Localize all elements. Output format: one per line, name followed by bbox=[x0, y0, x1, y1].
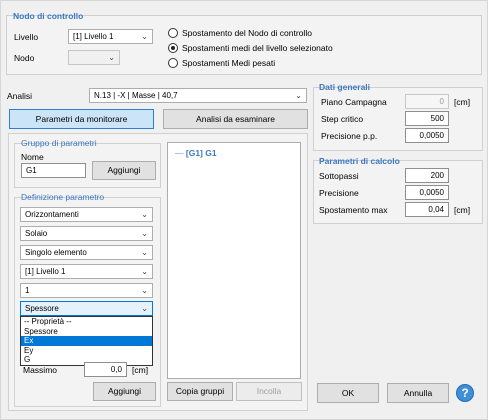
radio-node-displacement-label: Spostamento del Nodo di controllo bbox=[182, 28, 312, 38]
sottopassi-label: Sottopassi bbox=[319, 171, 359, 181]
numero-select[interactable]: 1 ⌄ bbox=[20, 283, 153, 298]
dati-generali-title: Dati generali bbox=[319, 82, 371, 92]
livello-param-select[interactable]: [1] Livello 1 ⌄ bbox=[20, 264, 153, 279]
step-critico-label: Step critico bbox=[321, 114, 364, 124]
chevron-down-icon: ⌄ bbox=[108, 53, 115, 62]
livello-param-value: [1] Livello 1 bbox=[25, 267, 66, 276]
proprieta-select[interactable]: Spessore ⌄ bbox=[20, 301, 153, 316]
tab-analisi-esaminare[interactable]: Analisi da esaminare bbox=[163, 109, 308, 129]
proprieta-value: Spessore bbox=[25, 304, 59, 313]
radio-level-mean-label: Spostamenti medi del livello selezionato bbox=[182, 43, 333, 53]
tipo-value: Orizzontamenti bbox=[25, 210, 79, 219]
chevron-down-icon: ⌄ bbox=[141, 286, 148, 295]
chevron-down-icon: ⌄ bbox=[141, 304, 148, 313]
chevron-down-icon: ⌄ bbox=[141, 32, 148, 41]
nome-label: Nome bbox=[21, 152, 44, 162]
nodo-select[interactable]: ⌄ bbox=[68, 50, 120, 65]
dropdown-item[interactable]: Spessore bbox=[21, 327, 152, 337]
precisione-pp-label: Precisione p.p. bbox=[321, 131, 378, 141]
massimo-unit: [cm] bbox=[132, 365, 149, 375]
tipo-select[interactable]: Orizzontamenti ⌄ bbox=[20, 207, 153, 222]
piano-campagna-unit: [cm] bbox=[454, 97, 471, 107]
elemento-value: Solaio bbox=[25, 229, 48, 238]
annulla-button[interactable]: Annulla bbox=[387, 383, 449, 403]
step-critico-input[interactable]: 500 bbox=[405, 111, 449, 126]
spostamento-max-unit: [cm] bbox=[454, 205, 471, 215]
aggiungi-parametro-button[interactable]: Aggiungi bbox=[93, 382, 156, 401]
gruppo-title: Gruppo di parametri bbox=[21, 138, 97, 148]
chevron-down-icon: ⌄ bbox=[141, 229, 148, 238]
dropdown-item[interactable]: -- Proprietà -- bbox=[21, 317, 152, 327]
analisi-select[interactable]: N.13 | -X | Masse | 40,7 ⌄ bbox=[89, 88, 307, 103]
copia-gruppi-button[interactable]: Copia gruppi bbox=[167, 382, 233, 401]
modalita-select[interactable]: Singolo elemento ⌄ bbox=[20, 245, 153, 260]
definizione-title: Definizione parametro bbox=[21, 192, 105, 202]
massimo-label: Massimo bbox=[23, 365, 58, 375]
spostamento-max-label: Spostamento max bbox=[319, 205, 388, 215]
spostamento-max-input[interactable]: 0,04 bbox=[405, 202, 449, 217]
dropdown-item[interactable]: Ey bbox=[21, 346, 152, 356]
chevron-down-icon: ⌄ bbox=[141, 267, 148, 276]
livello-value: [1] Livello 1 bbox=[73, 32, 114, 41]
radio-node-displacement[interactable] bbox=[168, 28, 178, 38]
numero-value: 1 bbox=[25, 286, 30, 295]
chevron-down-icon: ⌄ bbox=[141, 248, 148, 257]
precisione-label: Precisione bbox=[319, 188, 359, 198]
ok-button[interactable]: OK bbox=[317, 383, 379, 403]
precisione-pp-input[interactable]: 0,0050 bbox=[405, 128, 449, 143]
tree-item[interactable]: — [G1] G1 bbox=[175, 148, 217, 158]
tree-connector: — bbox=[175, 148, 186, 158]
radio-level-mean[interactable] bbox=[168, 43, 178, 53]
control-node-title: Nodo di controllo bbox=[13, 11, 84, 21]
precisione-input[interactable]: 0,0050 bbox=[405, 185, 449, 200]
parametri-calcolo-title: Parametri di calcolo bbox=[319, 156, 400, 166]
gruppi-tree[interactable]: — [G1] G1 bbox=[167, 142, 301, 379]
chevron-down-icon: ⌄ bbox=[295, 91, 302, 100]
massimo-input[interactable]: 0,0 bbox=[84, 362, 127, 377]
piano-campagna-input[interactable]: 0 bbox=[405, 94, 449, 109]
analisi-value: N.13 | -X | Masse | 40,7 bbox=[94, 91, 178, 100]
help-icon[interactable]: ? bbox=[456, 384, 474, 402]
livello-label: Livello bbox=[14, 32, 39, 42]
radio-weighted-mean-label: Spostamenti Medi pesati bbox=[182, 58, 276, 68]
tab-parametri-monitorare[interactable]: Parametri da monitorare bbox=[9, 109, 154, 129]
analisi-label: Analisi bbox=[7, 91, 33, 101]
elemento-select[interactable]: Solaio ⌄ bbox=[20, 226, 153, 241]
chevron-down-icon: ⌄ bbox=[141, 210, 148, 219]
sottopassi-input[interactable]: 200 bbox=[405, 168, 449, 183]
dialog-window: Nodo di controllo Livello [1] Livello 1 … bbox=[0, 0, 488, 420]
livello-select[interactable]: [1] Livello 1 ⌄ bbox=[68, 29, 153, 44]
nodo-label: Nodo bbox=[14, 53, 35, 63]
incolla-button[interactable]: Incolla bbox=[236, 382, 302, 401]
aggiungi-gruppo-button[interactable]: Aggiungi bbox=[92, 161, 156, 180]
radio-weighted-mean[interactable] bbox=[168, 58, 178, 68]
proprieta-dropdown-list[interactable]: -- Proprietà -- Spessore Ex Ey G bbox=[20, 316, 153, 366]
dropdown-item-selected[interactable]: Ex bbox=[21, 336, 152, 346]
modalita-value: Singolo elemento bbox=[25, 248, 87, 257]
piano-campagna-label: Piano Campagna bbox=[321, 97, 387, 107]
nome-input[interactable]: G1 bbox=[21, 163, 86, 178]
